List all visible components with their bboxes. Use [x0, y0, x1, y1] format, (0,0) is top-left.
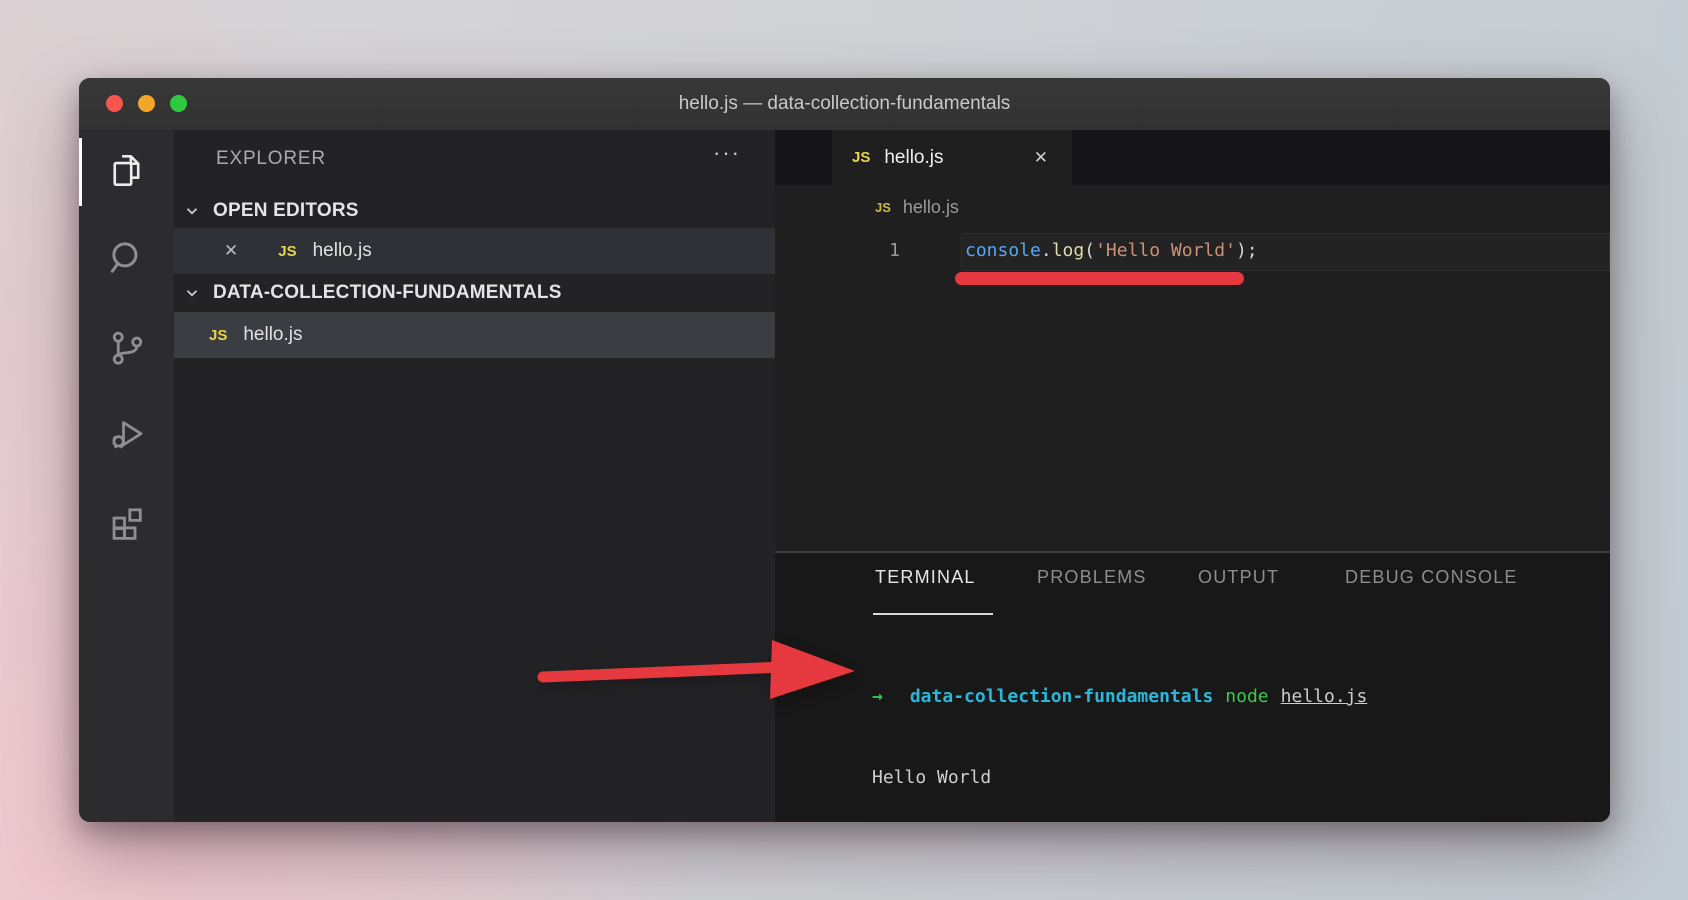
activity-explorer-button[interactable]: [79, 132, 174, 212]
workspace-folder-label: DATA-COLLECTION-FUNDAMENTALS: [213, 282, 562, 304]
tab-debug-console[interactable]: DEBUG CONSOLE: [1345, 567, 1518, 588]
code-token-dot: .: [1041, 240, 1052, 261]
code-token-method: log: [1052, 240, 1085, 261]
more-actions-icon[interactable]: ···: [713, 140, 741, 166]
prompt-arrow-icon: →: [872, 686, 883, 707]
workspace-section-header[interactable]: DATA-COLLECTION-FUNDAMENTALS: [174, 276, 775, 310]
tree-item-hellojs[interactable]: JS hello.js: [174, 312, 775, 358]
chevron-down-icon: [183, 202, 205, 220]
terminal-cwd: data-collection-fundamentals: [910, 686, 1213, 707]
open-editors-label: OPEN EDITORS: [213, 200, 359, 222]
bottom-panel: TERMINAL PROBLEMS OUTPUT DEBUG CONSOLE →…: [775, 553, 1610, 822]
active-tab-underline: [873, 613, 993, 615]
activity-bar: [79, 130, 174, 822]
tab-problems[interactable]: PROBLEMS: [1037, 567, 1147, 588]
vscode-window: hello.js — data-collection-fundamentals: [79, 78, 1610, 822]
close-icon[interactable]: ✕: [224, 241, 238, 261]
open-editors-section-header[interactable]: OPEN EDITORS: [174, 194, 775, 228]
active-view-indicator: [79, 138, 82, 206]
code-token-object: console: [965, 240, 1041, 261]
extensions-icon: [106, 499, 148, 546]
source-control-icon: [106, 327, 148, 374]
terminal-command: node: [1225, 686, 1268, 707]
explorer-sidebar: EXPLORER ··· OPEN EDITORS ✕ JS hello.js …: [174, 130, 775, 822]
code-line-1: console.log('Hello World');: [965, 240, 1258, 261]
line-number: 1: [878, 240, 900, 261]
terminal-line-output: Hello World: [872, 764, 1367, 791]
tab-terminal[interactable]: TERMINAL: [875, 567, 976, 588]
search-icon: [106, 237, 148, 284]
files-icon: [106, 149, 148, 196]
title-bar: hello.js — data-collection-fundamentals: [79, 78, 1610, 130]
javascript-file-icon: JS: [278, 243, 296, 260]
tree-file-label: hello.js: [243, 324, 302, 346]
code-editor[interactable]: 1 console.log('Hello World');: [775, 229, 1610, 551]
open-editor-item-hellojs[interactable]: ✕ JS hello.js: [174, 228, 775, 274]
close-icon[interactable]: ✕: [1034, 148, 1048, 168]
editor-tab-hellojs[interactable]: JS hello.js ✕: [832, 130, 1072, 185]
terminal-output[interactable]: → data-collection-fundamentals node hello.j…: [872, 629, 1367, 822]
tab-output[interactable]: OUTPUT: [1198, 567, 1279, 588]
open-editor-file-label: hello.js: [313, 240, 372, 262]
annotation-underline: [955, 272, 1244, 285]
activity-extensions-button[interactable]: [79, 482, 174, 562]
code-token-close: );: [1236, 240, 1258, 261]
breadcrumb[interactable]: JS hello.js: [775, 185, 1610, 229]
window-title: hello.js — data-collection-fundamentals: [79, 78, 1610, 130]
run-debug-icon: [106, 413, 148, 460]
editor-tab-label: hello.js: [884, 147, 943, 169]
breadcrumb-file-label: hello.js: [903, 197, 959, 218]
javascript-file-icon: JS: [209, 327, 227, 344]
code-token-paren-open: (: [1084, 240, 1095, 261]
chevron-down-icon: [183, 284, 205, 302]
activity-source-control-button[interactable]: [79, 310, 174, 390]
javascript-file-icon: JS: [852, 149, 870, 166]
terminal-command-arg: hello.js: [1281, 686, 1368, 707]
javascript-file-icon: JS: [875, 200, 891, 215]
activity-search-button[interactable]: [79, 220, 174, 300]
editor-tab-bar: JS hello.js ✕: [775, 130, 1610, 185]
terminal-line-command: → data-collection-fundamentals node hello.j…: [872, 683, 1367, 710]
activity-run-debug-button[interactable]: [79, 396, 174, 476]
explorer-title: EXPLORER: [216, 148, 326, 170]
editor-region: JS hello.js ✕ JS hello.js 1 console.log(…: [775, 130, 1610, 822]
code-token-string: 'Hello World': [1095, 240, 1236, 261]
